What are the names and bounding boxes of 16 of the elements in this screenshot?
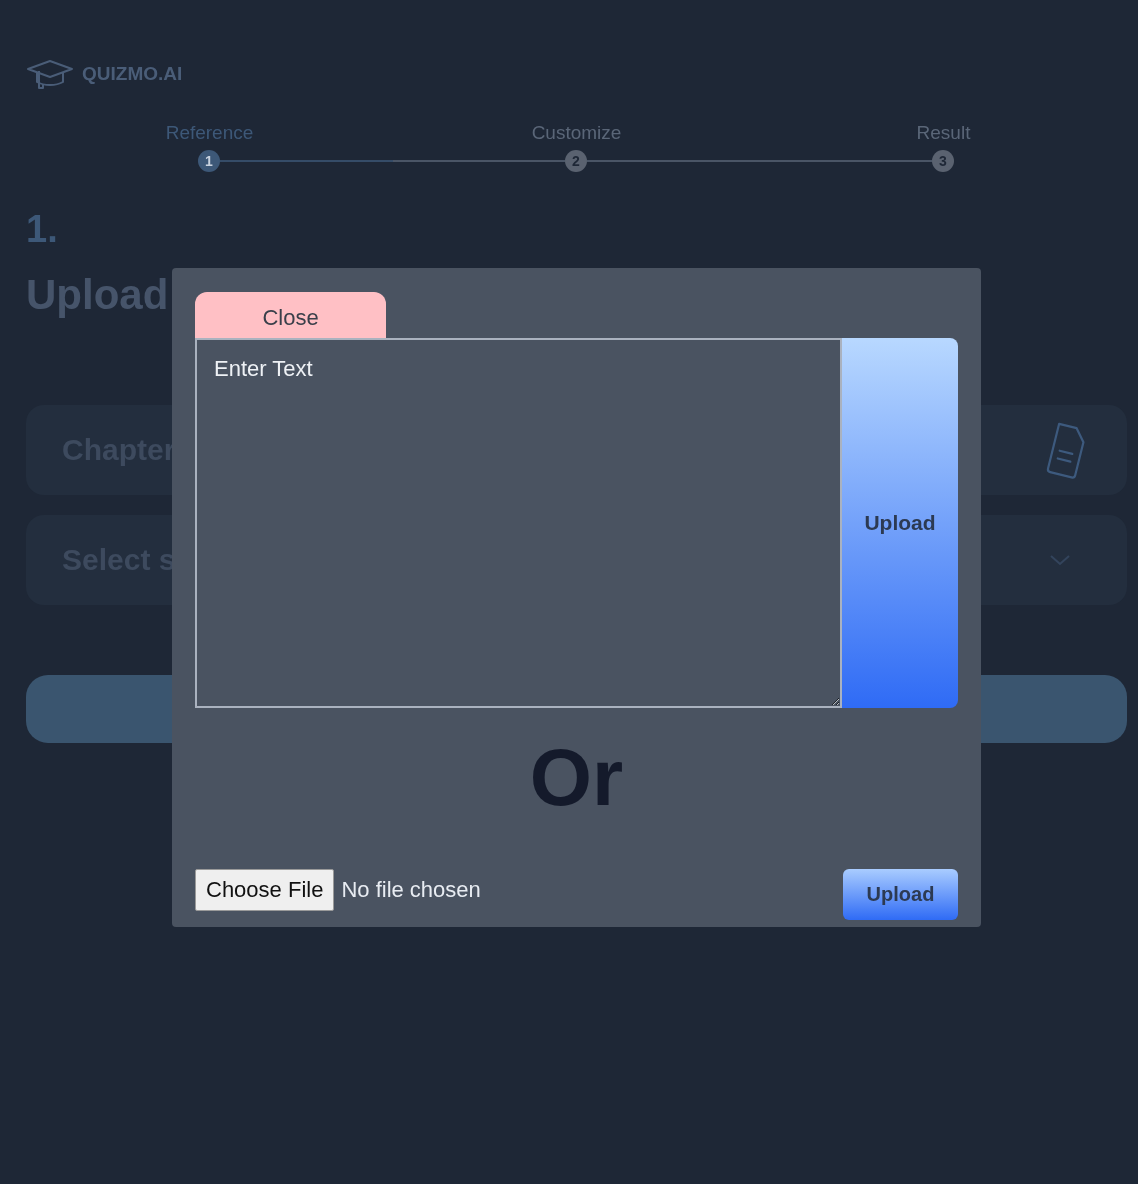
text-input[interactable]: Enter Text (195, 338, 842, 708)
step-marker[interactable]: 1 (198, 150, 220, 172)
close-tab[interactable]: Close (195, 292, 386, 338)
upload-button[interactable]: Upload (843, 869, 958, 920)
chevron-down-icon (1049, 553, 1071, 567)
brand-name: QUIZMO.AI (82, 63, 183, 85)
step-marker[interactable]: 2 (565, 150, 587, 172)
file-status: No file chosen (341, 877, 481, 903)
or-divider: Or (528, 738, 625, 818)
graduation-cap-icon (26, 57, 74, 91)
step-label[interactable]: Customize (531, 122, 622, 144)
upload-button[interactable]: Upload (842, 338, 958, 708)
step-label[interactable]: Result (916, 122, 971, 144)
choose-file-button[interactable]: Choose File (195, 869, 335, 911)
section-number: 1. (26, 208, 59, 251)
step-marker[interactable]: 3 (932, 150, 954, 172)
